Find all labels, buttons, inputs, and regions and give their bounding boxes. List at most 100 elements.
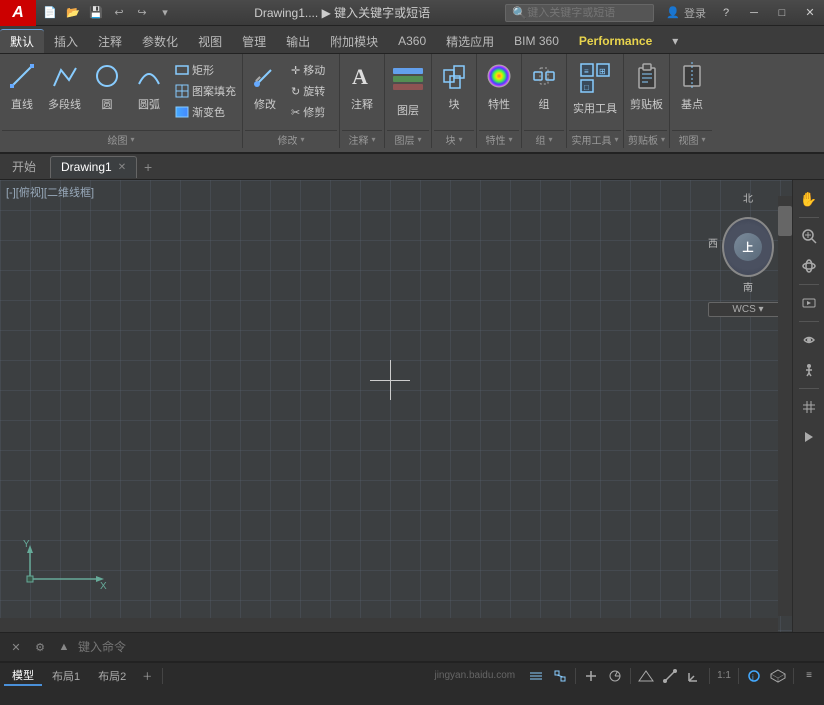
tab-a360[interactable]: A360: [388, 29, 436, 53]
ribbon-btn-group[interactable]: 组: [524, 58, 564, 114]
ribbon-btn-properties[interactable]: 特性: [479, 58, 519, 114]
status-ortho-btn[interactable]: [580, 666, 602, 686]
group-group-label[interactable]: 组 ▾: [524, 130, 564, 148]
tab-featured[interactable]: 精选应用: [436, 29, 504, 53]
status-otrack-btn[interactable]: [659, 666, 681, 686]
block-group-label[interactable]: 块 ▾: [434, 130, 474, 148]
maximize-btn[interactable]: □: [768, 0, 796, 26]
statusbar-layout2[interactable]: 布局2: [90, 666, 134, 686]
circle-label: 圆: [102, 96, 113, 112]
tool-orbit[interactable]: [795, 252, 823, 280]
ribbon-btn-polyline[interactable]: 多段线: [44, 58, 85, 114]
tab-output[interactable]: 输出: [276, 29, 320, 53]
tab-annotate[interactable]: 注释: [88, 29, 132, 53]
tab-start[interactable]: 开始: [0, 158, 48, 175]
modify-group-label[interactable]: 修改 ▾: [245, 130, 337, 148]
basepoint-label-text: 视图: [679, 132, 699, 147]
tool-showmotion[interactable]: [795, 289, 823, 317]
cmdline-close-btn[interactable]: ✕: [6, 637, 26, 657]
statusbar-layout1[interactable]: 布局1: [44, 666, 88, 686]
statusbar-model[interactable]: 模型: [4, 666, 42, 686]
annotate-group-label[interactable]: 注释 ▾: [342, 130, 382, 148]
clipboard-group-label[interactable]: 剪贴板 ▾: [626, 130, 667, 148]
hatch-label: 图案填充: [192, 83, 236, 99]
properties-group-label[interactable]: 特性 ▾: [479, 130, 519, 148]
tab-drawing1-close[interactable]: ✕: [118, 162, 126, 173]
tool-grid[interactable]: [795, 393, 823, 421]
tab-drawing1[interactable]: Drawing1 ✕: [50, 156, 137, 178]
layers-group-label[interactable]: 图层 ▾: [387, 130, 429, 148]
tool-pan[interactable]: ✋: [795, 185, 823, 213]
hscrollbar[interactable]: [0, 618, 778, 632]
help-btn[interactable]: ?: [712, 0, 740, 26]
close-btn[interactable]: ✕: [796, 0, 824, 26]
compass-center[interactable]: 上: [734, 233, 762, 261]
cmdline-arrow-btn[interactable]: ▲: [54, 637, 74, 657]
viewport-label[interactable]: [-][俯视][二维线框]: [6, 184, 94, 200]
ribbon-btn-text[interactable]: A 注释: [342, 58, 382, 114]
utilities-group-label[interactable]: 实用工具 ▾: [569, 130, 621, 148]
status-iso-btn[interactable]: [767, 666, 789, 686]
statusbar-add-tab[interactable]: ＋: [136, 666, 158, 686]
qa-save[interactable]: 💾: [86, 3, 106, 23]
qa-redo[interactable]: ↪: [132, 3, 152, 23]
tab-insert[interactable]: 插入: [44, 29, 88, 53]
ribbon-btn-layers[interactable]: 图层: [387, 58, 429, 120]
compass-ring[interactable]: 上: [722, 217, 774, 277]
ribbon-btn-rectangle[interactable]: 矩形: [171, 60, 240, 80]
qa-open[interactable]: 📂: [63, 3, 83, 23]
status-qprop-btn[interactable]: i: [743, 666, 765, 686]
ribbon-btn-move[interactable]: ✛ 移动: [287, 60, 337, 80]
tab-manage[interactable]: 管理: [232, 29, 276, 53]
cmdline-input[interactable]: [78, 640, 818, 654]
minimize-btn[interactable]: ─: [740, 0, 768, 26]
user-area[interactable]: 👤 登录: [660, 5, 712, 21]
ribbon-btn-hatch[interactable]: 图案填充: [171, 81, 240, 101]
tab-addons[interactable]: 附加模块: [320, 29, 388, 53]
ribbon-btn-line[interactable]: 直线: [2, 58, 42, 114]
app-logo[interactable]: A: [0, 0, 36, 26]
status-osnap-btn[interactable]: [635, 666, 657, 686]
ribbon-btn-gradient[interactable]: 渐变色: [171, 102, 240, 122]
draw-group-label[interactable]: 绘图 ▾: [2, 130, 240, 148]
tab-view[interactable]: 视图: [188, 29, 232, 53]
search-area[interactable]: 🔍: [505, 4, 654, 22]
tab-extra[interactable]: ▾: [662, 29, 688, 53]
canvas-area[interactable]: [-][俯视][二维线框] Y X 北 西: [0, 180, 824, 632]
status-polar-btn[interactable]: [604, 666, 626, 686]
tab-parametric[interactable]: 参数化: [132, 29, 188, 53]
vscrollbar-thumb[interactable]: [778, 206, 792, 236]
qa-undo[interactable]: ↩: [109, 3, 129, 23]
status-ducs-btn[interactable]: [683, 666, 705, 686]
tool-walk[interactable]: [795, 356, 823, 384]
tool-look[interactable]: [795, 326, 823, 354]
status-iso-icon: [770, 669, 786, 683]
tool-zoom-extent[interactable]: [795, 222, 823, 250]
tab-new[interactable]: +: [137, 156, 159, 178]
ribbon-btn-circle[interactable]: 圆: [87, 58, 127, 114]
status-snap-btn[interactable]: [549, 666, 571, 686]
ribbon-btn-clipboard[interactable]: 剪贴板: [626, 58, 667, 114]
utilities-dropdown-arrow: ▾: [614, 135, 618, 144]
ribbon-btn-arc[interactable]: 圆弧: [129, 58, 169, 114]
ribbon-btn-block[interactable]: 块: [434, 58, 474, 114]
tab-performance[interactable]: Performance: [569, 29, 662, 53]
qa-new[interactable]: 📄: [40, 3, 60, 23]
ribbon-btn-utilities[interactable]: ≡ ⊞ □ 实用工具: [569, 58, 621, 118]
tool-play[interactable]: [795, 423, 823, 451]
basepoint-group-label[interactable]: 视图 ▾: [672, 130, 712, 148]
ribbon-btn-trim[interactable]: ✂ 修剪: [287, 102, 337, 122]
search-input[interactable]: [527, 7, 647, 19]
ribbon-btn-rotate[interactable]: ↻ 旋转: [287, 81, 337, 101]
tab-bim360[interactable]: BIM 360: [504, 29, 569, 53]
status-grid-btn[interactable]: [525, 666, 547, 686]
status-polar-icon: [608, 669, 622, 683]
tab-default[interactable]: 默认: [0, 29, 44, 53]
compass-wcs[interactable]: WCS ▾: [708, 302, 788, 317]
status-customization-btn[interactable]: ≡: [798, 666, 820, 686]
ribbon-btn-basepoint[interactable]: 基点: [672, 58, 712, 114]
ribbon-btn-modify[interactable]: 修改: [245, 58, 285, 114]
vscrollbar[interactable]: [778, 196, 792, 616]
qa-more[interactable]: ▾: [155, 3, 175, 23]
cmdline-settings-btn[interactable]: ⚙: [30, 637, 50, 657]
